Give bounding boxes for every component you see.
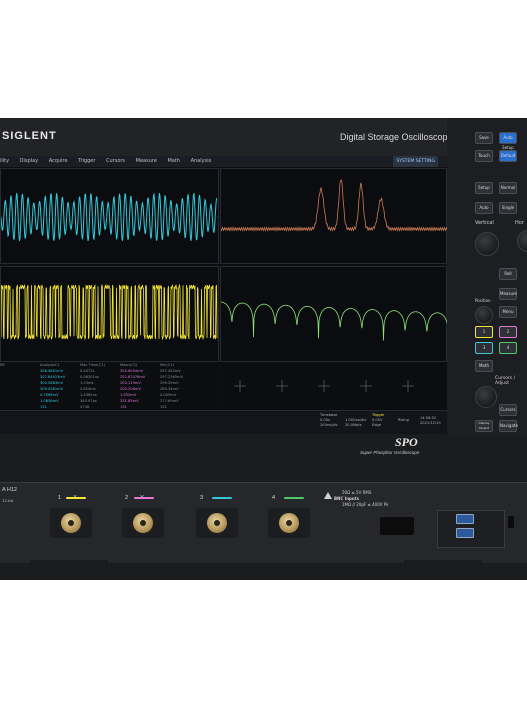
bnc-pin (68, 520, 74, 526)
product-title: Digital Storage Oscilloscope (340, 132, 453, 142)
roll-button[interactable]: Roll (499, 268, 517, 280)
channel-4-label: 4 (272, 495, 276, 501)
bits-label: 12-bit (2, 498, 14, 503)
measure-button[interactable]: Measure (499, 288, 517, 300)
menu-acquire[interactable]: Acquire (49, 158, 68, 164)
vertical-scale-knob[interactable] (475, 232, 499, 256)
menu-utility[interactable]: ility (0, 158, 9, 164)
fft-spectrum (221, 179, 447, 232)
channel-4-color-bar (284, 497, 304, 499)
display-screen: ility Display Acquire Trigger Cursors Me… (0, 156, 447, 434)
cursors-button[interactable]: Cursors (499, 404, 517, 416)
trigger-mode: Edge (372, 423, 382, 427)
model-label: A H12 (2, 487, 17, 493)
menu-button[interactable]: Menu (499, 306, 517, 318)
channel-2-number: 2 (125, 495, 129, 501)
channel-2-bnc[interactable] (122, 508, 164, 538)
normal-button[interactable]: Normal (499, 182, 517, 194)
yellow-waveform (1, 283, 218, 341)
warning-icon (324, 492, 332, 499)
channel-3-label: 3 (200, 495, 204, 501)
channel-4-button[interactable]: 4 (499, 342, 517, 354)
cursor-pane[interactable] (220, 362, 447, 410)
setup-button[interactable]: Setup (475, 182, 493, 194)
sample-block: 1.00Gsa/div 20.0Mpts (345, 418, 366, 428)
math-button[interactable]: Math (475, 360, 493, 372)
horizontal-label: Hor (515, 220, 524, 226)
side-slot (508, 516, 514, 528)
menu-trigger[interactable]: Trigger (78, 158, 95, 164)
bnc-pin (286, 520, 292, 526)
measurement-table: RE AnalysisC1 Max Time(C1) Mean(C1) Min(… (0, 362, 218, 410)
vertical-label: Vertical (475, 220, 494, 226)
adjust-knob[interactable] (475, 386, 497, 408)
menu-bar: ility Display Acquire Trigger Cursors Me… (0, 156, 447, 167)
cyan-waveform (1, 192, 220, 241)
waveform-pane-2[interactable] (220, 168, 447, 264)
waveform-pane-1[interactable] (0, 168, 220, 264)
bnc-pin (214, 520, 220, 526)
spo-subtitle: Super Phosphor Oscilloscope (360, 450, 420, 455)
aux-port[interactable] (380, 517, 414, 535)
save-button[interactable]: Save (475, 132, 493, 144)
trigger-state: Rising (398, 418, 409, 422)
channel-1-bnc[interactable] (50, 508, 92, 538)
channel-1-button[interactable]: 1 (475, 326, 493, 338)
channel-1-color-bar (66, 497, 86, 499)
menu-math[interactable]: Math (167, 158, 180, 164)
menu-measure[interactable]: Measure (136, 158, 157, 164)
default-button[interactable]: Default (499, 150, 517, 162)
spo-logo: SPO (395, 435, 418, 449)
left-foot (30, 560, 108, 572)
vertical-position-knob[interactable] (475, 306, 493, 324)
clock: 14:58:52 2021/12/19 (420, 416, 441, 426)
green-spectrum (221, 301, 447, 341)
bnc-pin (140, 520, 146, 526)
position-label: Position (475, 298, 491, 303)
channel-3-color-bar (212, 497, 232, 499)
right-foot (404, 560, 482, 572)
timebase-block[interactable]: Timebase 0.00s 200ns/div (320, 413, 338, 428)
auto-button[interactable]: Auto (475, 202, 493, 214)
date-text: 2021/12/19 (420, 421, 441, 425)
status-bar: Timebase 0.00s 200ns/div 1.00Gsa/div 20.… (0, 410, 447, 434)
brand-logo: SIGLENT (2, 130, 57, 142)
auto-setup-button[interactable]: Auto Setup (499, 132, 517, 150)
menu-analysis[interactable]: Analysis (191, 158, 212, 164)
channel-1-number: 1 (58, 495, 62, 501)
usb-port-1[interactable] (456, 514, 474, 524)
trigger-block[interactable]: Trigger 0.00V Edge (372, 413, 384, 428)
cursors-adjust-label: Cursors / Adjust (495, 376, 516, 386)
usb-port-2[interactable] (456, 528, 474, 538)
touch-button[interactable]: Touch (475, 150, 493, 162)
display-persist-button[interactable]: Display Persist (475, 420, 493, 432)
channel-2-color-bar (134, 497, 154, 499)
bnc-info: 50Ω ≤ 5V RMS BNC Inputs 1MΩ // 20pF ≤ 40… (334, 490, 389, 508)
memory-depth: 20.0Mpts (345, 423, 362, 427)
timebase-scale: 200ns/div (320, 423, 338, 427)
menu-cursors[interactable]: Cursors (106, 158, 125, 164)
menu-display[interactable]: Display (20, 158, 38, 164)
bnc-spec-2: 1MΩ // 20pF ≤ 400V Pk (342, 502, 389, 507)
navigate-button[interactable]: Navigate (499, 420, 518, 432)
waveform-pane-3[interactable] (0, 266, 219, 362)
channel-2-button[interactable]: 2 (499, 326, 517, 338)
control-panel: Save Auto Setup Touch Default Setup Norm… (447, 118, 527, 434)
waveform-pane-4[interactable] (220, 266, 447, 362)
horizontal-scale-knob[interactable] (517, 230, 527, 252)
crosshair-grid (234, 380, 414, 392)
channel-3-button[interactable]: 3 (475, 342, 493, 354)
single-button[interactable]: Single (499, 202, 517, 214)
channel-4-bnc[interactable] (268, 508, 310, 538)
channel-3-bnc[interactable] (196, 508, 238, 538)
system-settings-button[interactable]: SYSTEM SETTING (393, 156, 438, 167)
